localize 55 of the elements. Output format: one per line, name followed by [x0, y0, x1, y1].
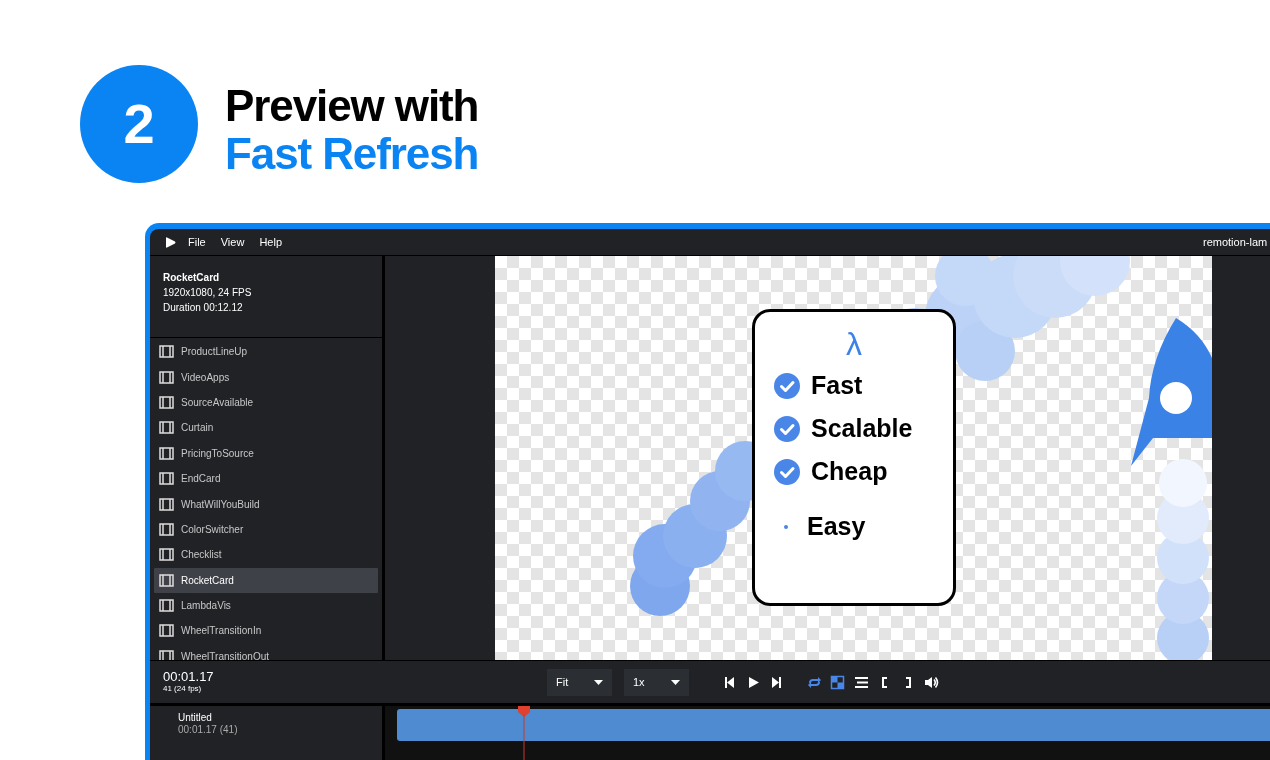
volume-icon[interactable] [924, 674, 940, 690]
app-logo-icon[interactable] [165, 236, 176, 248]
feature-label: Scalable [811, 412, 913, 444]
zoom-dropdown[interactable]: 1x [624, 668, 689, 696]
composition-item[interactable]: WhatWillYouBuild [154, 491, 378, 517]
film-icon [159, 395, 174, 409]
film-icon [159, 599, 174, 613]
film-icon [159, 497, 174, 511]
caret-icon [671, 679, 680, 685]
composition-item[interactable]: Checklist [154, 542, 378, 568]
caret-icon [594, 679, 603, 685]
menu-item[interactable]: Help [259, 233, 282, 251]
film-icon [159, 345, 174, 359]
film-icon [159, 624, 174, 638]
composition-format: 1920x1080, 24 FPS [163, 286, 253, 300]
step-number-badge: 2 [80, 65, 198, 183]
composition-duration: Duration 00:12.12 [163, 301, 244, 315]
composition-item[interactable]: LambdaVis [154, 592, 378, 619]
feature-label: Easy [807, 510, 866, 542]
timeline-icon[interactable] [853, 674, 869, 690]
composition-item[interactable]: RocketCard [154, 567, 378, 593]
composition-item[interactable]: WheelTransitionOut [154, 643, 378, 660]
track-name: Untitled [178, 712, 213, 724]
film-icon [159, 548, 174, 562]
menu-item[interactable]: View [220, 233, 245, 251]
playhead[interactable] [516, 706, 532, 760]
composition-item[interactable]: ColorSwitcher [154, 516, 378, 543]
film-icon [159, 446, 174, 460]
film-icon [159, 573, 174, 587]
composition-name: RocketCard [163, 271, 221, 285]
current-time: 00:01.17 [163, 670, 215, 684]
lambda-symbol: λ [846, 325, 862, 364]
composition-item[interactable]: EndCard [154, 465, 378, 492]
track-time: 00:01.17 (41) [178, 724, 239, 736]
composition-item[interactable]: VideoApps [154, 364, 378, 390]
film-icon [159, 472, 174, 486]
composition-item[interactable]: ProductLineUp [154, 339, 378, 365]
composition-item[interactable]: WheelTransitionIn [154, 618, 378, 644]
loop-icon[interactable] [806, 674, 822, 690]
frame-count: 41 (24 fps) [163, 684, 203, 694]
composition-item[interactable]: PricingToSource [154, 440, 378, 466]
film-icon [159, 522, 174, 536]
heading-highlight: Fast Refresh [225, 130, 479, 178]
film-icon [159, 370, 174, 384]
checkerboard-icon[interactable] [830, 674, 846, 690]
composition-item[interactable]: Curtain [154, 415, 378, 441]
film-icon [159, 649, 174, 660]
window-title: remotion-lam [1203, 234, 1268, 250]
feature-label: Cheap [811, 455, 888, 487]
film-icon [159, 421, 174, 435]
composition-item[interactable]: SourceAvailable [154, 389, 378, 416]
heading: Preview with [225, 82, 479, 130]
zoom-dropdown[interactable]: Fit [547, 668, 612, 696]
menu-item[interactable]: File [188, 233, 206, 251]
feature-label: Fast [811, 369, 863, 401]
